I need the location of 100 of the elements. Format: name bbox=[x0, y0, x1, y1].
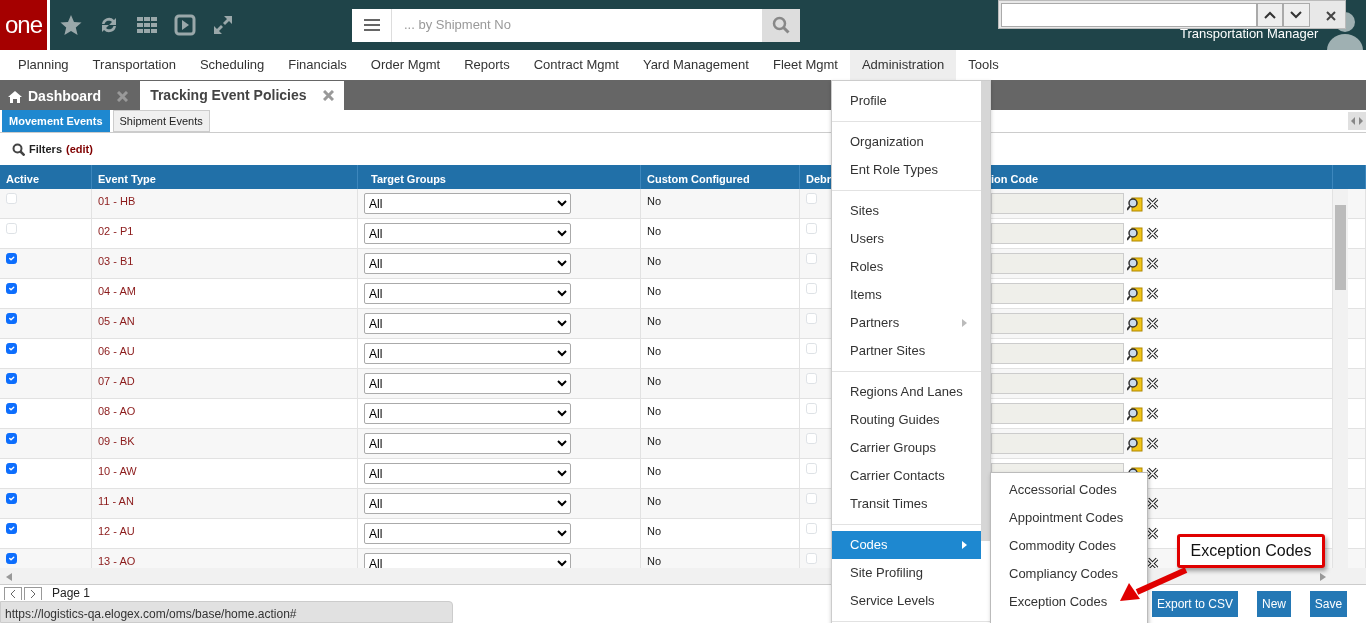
menu-item[interactable]: Transit Times bbox=[832, 490, 981, 518]
page-tab[interactable]: Dashboard bbox=[0, 83, 137, 110]
nav-item[interactable]: Scheduling bbox=[187, 50, 277, 80]
nav-item[interactable]: Administration bbox=[849, 50, 957, 80]
lookup-icon[interactable] bbox=[1127, 405, 1143, 422]
lookup-icon[interactable] bbox=[1127, 435, 1143, 452]
next-page-button[interactable] bbox=[24, 587, 42, 600]
menu-icon[interactable] bbox=[363, 18, 380, 32]
vertical-scrollbar[interactable] bbox=[1333, 189, 1348, 568]
expand-icon[interactable] bbox=[212, 14, 234, 36]
active-checkbox[interactable] bbox=[6, 253, 17, 264]
sub-tab[interactable]: Shipment Events bbox=[112, 109, 210, 132]
target-groups-select[interactable]: All bbox=[364, 553, 571, 568]
menu-item[interactable]: Service Levels bbox=[832, 587, 981, 615]
menu-item[interactable]: Profile bbox=[832, 87, 981, 115]
edit-link[interactable]: (edit) bbox=[66, 140, 93, 158]
code-field[interactable] bbox=[991, 313, 1124, 334]
clear-icon[interactable] bbox=[1146, 497, 1159, 510]
menu-item[interactable]: Appointment Codes bbox=[991, 504, 1126, 532]
menu-item[interactable]: Codes bbox=[832, 531, 981, 559]
nav-item[interactable]: Reports bbox=[452, 50, 522, 80]
target-groups-select[interactable]: All bbox=[364, 493, 571, 514]
debrief-checkbox[interactable] bbox=[806, 553, 817, 564]
clear-icon[interactable] bbox=[1146, 317, 1159, 330]
menu-item[interactable]: Compliancy Codes bbox=[991, 560, 1121, 588]
target-groups-select[interactable]: All bbox=[364, 433, 571, 454]
target-groups-select[interactable]: All bbox=[364, 193, 571, 214]
code-field[interactable] bbox=[991, 433, 1124, 454]
target-groups-select[interactable]: All bbox=[364, 223, 571, 244]
search-field[interactable]: ... by Shipment No bbox=[352, 8, 800, 42]
next-button[interactable] bbox=[1283, 2, 1310, 27]
menu-item[interactable]: Partners bbox=[832, 309, 981, 337]
active-checkbox[interactable] bbox=[6, 433, 17, 444]
code-field[interactable] bbox=[991, 223, 1124, 244]
target-groups-select[interactable]: All bbox=[364, 463, 571, 484]
menu-item[interactable]: Regions And Lanes bbox=[832, 378, 981, 406]
debrief-checkbox[interactable] bbox=[806, 463, 817, 474]
active-checkbox[interactable] bbox=[6, 463, 17, 474]
close-icon[interactable] bbox=[322, 90, 334, 101]
debrief-checkbox[interactable] bbox=[806, 373, 817, 384]
debrief-checkbox[interactable] bbox=[806, 193, 817, 204]
menu-item[interactable]: Organization bbox=[832, 128, 981, 156]
menu-item[interactable]: Commodity Codes bbox=[991, 532, 1118, 560]
lookup-icon[interactable] bbox=[1127, 255, 1143, 272]
menu-item[interactable]: Users bbox=[832, 225, 981, 253]
save-button[interactable]: Save bbox=[1310, 591, 1347, 617]
target-groups-select[interactable]: All bbox=[364, 283, 571, 304]
debrief-checkbox[interactable] bbox=[806, 253, 817, 264]
clear-icon[interactable] bbox=[1146, 527, 1159, 540]
target-groups-select[interactable]: All bbox=[364, 403, 571, 424]
code-field[interactable] bbox=[991, 283, 1124, 304]
menu-scrollbar[interactable] bbox=[981, 81, 990, 541]
lookup-icon[interactable] bbox=[1127, 375, 1143, 392]
clear-icon[interactable] bbox=[1146, 197, 1159, 210]
active-checkbox[interactable] bbox=[6, 283, 17, 294]
target-groups-select[interactable]: All bbox=[364, 253, 571, 274]
page-tab[interactable]: Tracking Event Policies bbox=[140, 81, 344, 110]
code-field[interactable] bbox=[991, 193, 1124, 214]
lookup-icon[interactable] bbox=[1127, 225, 1143, 242]
nav-item[interactable]: Order Mgmt bbox=[358, 50, 453, 80]
menu-item[interactable]: Routing Guides bbox=[832, 406, 981, 434]
clear-icon[interactable] bbox=[1146, 437, 1159, 450]
active-checkbox[interactable] bbox=[6, 313, 17, 324]
clear-icon[interactable] bbox=[1146, 257, 1159, 270]
menu-item[interactable]: Sites bbox=[832, 197, 981, 225]
new-button[interactable]: New bbox=[1257, 591, 1291, 617]
debrief-checkbox[interactable] bbox=[806, 403, 817, 414]
menu-item[interactable]: Partner Sites bbox=[832, 337, 981, 365]
debrief-checkbox[interactable] bbox=[806, 523, 817, 534]
play-icon[interactable] bbox=[174, 14, 196, 36]
star-icon[interactable] bbox=[60, 14, 82, 36]
clear-icon[interactable] bbox=[1146, 467, 1159, 480]
menu-item[interactable]: Carrier Contacts bbox=[832, 462, 981, 490]
code-field[interactable] bbox=[991, 343, 1124, 364]
menu-item[interactable]: Exception Codes bbox=[991, 588, 1110, 616]
clear-icon[interactable] bbox=[1146, 557, 1159, 568]
active-checkbox[interactable] bbox=[6, 523, 17, 534]
lookup-icon[interactable] bbox=[1127, 315, 1143, 332]
scroll-right-icon[interactable] bbox=[1320, 573, 1326, 581]
clear-icon[interactable] bbox=[1146, 227, 1159, 240]
nav-item[interactable]: Contract Mgmt bbox=[521, 50, 631, 80]
nav-item[interactable]: Financials bbox=[276, 50, 359, 80]
active-checkbox[interactable] bbox=[6, 373, 17, 384]
active-checkbox[interactable] bbox=[6, 343, 17, 354]
menu-item[interactable]: Items bbox=[832, 281, 981, 309]
code-field[interactable] bbox=[991, 403, 1124, 424]
debrief-checkbox[interactable] bbox=[806, 433, 817, 444]
clear-icon[interactable] bbox=[1146, 347, 1159, 360]
debrief-checkbox[interactable] bbox=[806, 493, 817, 504]
nav-item[interactable]: Yard Management bbox=[630, 50, 761, 80]
nav-item[interactable]: Fleet Mgmt bbox=[760, 50, 850, 80]
lookup-icon[interactable] bbox=[1127, 285, 1143, 302]
target-groups-select[interactable]: All bbox=[364, 313, 571, 334]
active-checkbox[interactable] bbox=[6, 403, 17, 414]
target-groups-select[interactable]: All bbox=[364, 373, 571, 394]
lookup-icon[interactable] bbox=[1127, 195, 1143, 212]
lookup-icon[interactable] bbox=[1127, 345, 1143, 362]
menu-item[interactable]: Roles bbox=[832, 253, 981, 281]
scroll-left-icon[interactable] bbox=[6, 573, 12, 581]
export-button[interactable]: Export to CSV bbox=[1152, 591, 1238, 617]
